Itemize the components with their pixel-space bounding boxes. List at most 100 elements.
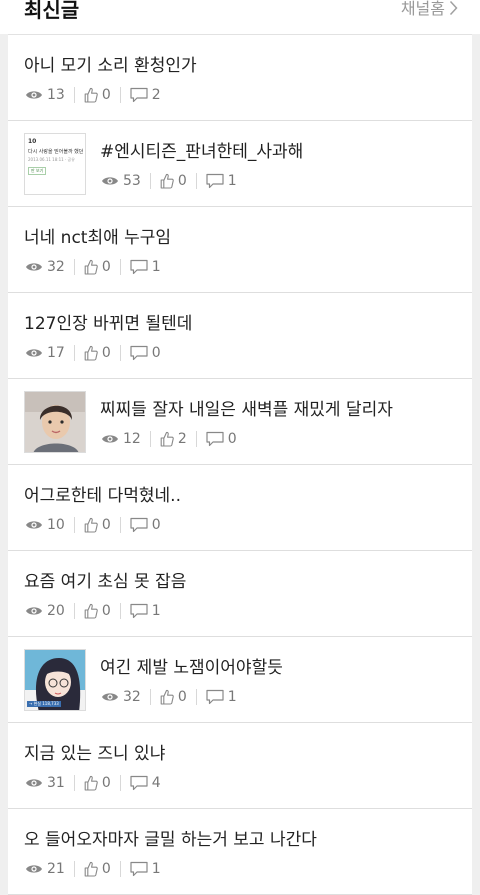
meta-divider bbox=[73, 517, 75, 533]
like-count: 0 bbox=[84, 517, 111, 533]
comment-count: 4 bbox=[130, 775, 161, 791]
post-item[interactable]: 10 다시 사랑을 믿어볼까 했던 2013.06.11 18:11 · 공유판 보… bbox=[8, 121, 472, 207]
thumb-illustration-caption: → 현실 118,733 bbox=[27, 701, 61, 707]
thumbs-up-icon bbox=[84, 87, 102, 103]
comment-count: 1 bbox=[206, 689, 237, 705]
post-item[interactable]: 127인장 바뀌면 될텐데 17 0 0 bbox=[8, 293, 472, 379]
post-item[interactable]: 지금 있는 즈니 있냐 31 0 4 bbox=[8, 723, 472, 809]
meta-divider bbox=[149, 173, 151, 189]
eye-icon bbox=[25, 89, 47, 101]
comment-count-value: 0 bbox=[227, 431, 237, 447]
post-title[interactable]: 127인장 바뀌면 될텐데 bbox=[24, 309, 192, 334]
eye-icon bbox=[25, 605, 47, 617]
thumb-doc-line1: 10 bbox=[28, 138, 37, 145]
post-item[interactable]: 아니 모기 소리 환청인가 13 0 2 bbox=[8, 34, 472, 121]
view-count: 21 bbox=[25, 861, 65, 877]
post-item[interactable]: 오 들어오자마자 글밀 하는거 보고 나간다 21 0 1 bbox=[8, 809, 472, 895]
meta-divider bbox=[73, 259, 75, 275]
like-count-value: 0 bbox=[101, 345, 111, 361]
comment-count-value: 2 bbox=[151, 87, 161, 103]
like-count: 0 bbox=[84, 259, 111, 275]
comment-count-value: 1 bbox=[227, 173, 237, 189]
channel-home-link[interactable]: 채널홈 bbox=[401, 0, 458, 20]
comment-icon bbox=[130, 775, 152, 791]
thumb-doc-line2: 다시 사랑을 믿어볼까 했던 bbox=[28, 149, 84, 155]
like-count-value: 0 bbox=[177, 689, 187, 705]
post-title[interactable]: 오 들어오자마자 글밀 하는거 보고 나간다 bbox=[24, 825, 317, 850]
view-count: 12 bbox=[101, 431, 141, 447]
view-count: 10 bbox=[25, 517, 65, 533]
comment-count: 1 bbox=[130, 259, 161, 275]
post-title[interactable]: 찌찌들 잘자 내일은 새벽플 재밌게 달리자 bbox=[100, 395, 393, 420]
eye-icon bbox=[25, 863, 47, 875]
post-meta: 21 0 1 bbox=[25, 861, 161, 877]
thumb-doc-tag: 판 보기 bbox=[28, 167, 47, 175]
post-item[interactable]: 너네 nct최애 누구임 32 0 1 bbox=[8, 207, 472, 293]
meta-divider bbox=[119, 861, 121, 877]
post-title[interactable]: 아니 모기 소리 환청인가 bbox=[24, 51, 197, 76]
post-meta: 13 0 2 bbox=[25, 87, 161, 103]
like-count: 0 bbox=[160, 689, 187, 705]
like-count: 2 bbox=[160, 431, 187, 447]
post-item[interactable]: 어그로한테 다먹혔네.. 10 0 0 bbox=[8, 465, 472, 551]
comment-count: 1 bbox=[206, 173, 237, 189]
comment-count-value: 0 bbox=[151, 345, 161, 361]
post-thumbnail[interactable] bbox=[24, 391, 86, 453]
eye-icon bbox=[25, 261, 47, 273]
meta-divider bbox=[73, 345, 75, 361]
meta-divider bbox=[119, 87, 121, 103]
meta-divider bbox=[195, 431, 197, 447]
thumb-doc-line3: 2013.06.11 18:11 · 공유 bbox=[28, 157, 75, 162]
meta-divider bbox=[73, 775, 75, 791]
post-meta: 32 0 1 bbox=[25, 259, 161, 275]
thumbs-up-icon bbox=[84, 775, 102, 791]
comment-icon bbox=[130, 517, 152, 533]
post-meta: 53 0 1 bbox=[101, 173, 237, 189]
meta-divider bbox=[73, 87, 75, 103]
view-count-value: 17 bbox=[47, 345, 65, 361]
post-title[interactable]: 어그로한테 다먹혔네.. bbox=[24, 481, 181, 506]
view-count-value: 21 bbox=[47, 861, 65, 877]
meta-divider bbox=[195, 689, 197, 705]
meta-divider bbox=[119, 259, 121, 275]
meta-divider bbox=[119, 603, 121, 619]
thumbs-up-icon bbox=[84, 259, 102, 275]
post-title[interactable]: #엔시티즌_판녀한테_사과해 bbox=[100, 137, 303, 162]
post-title[interactable]: 너네 nct최애 누구임 bbox=[24, 223, 171, 248]
view-count-value: 20 bbox=[47, 603, 65, 619]
section-title: 최신글 bbox=[24, 0, 80, 22]
post-meta: 10 0 0 bbox=[25, 517, 161, 533]
thumbs-up-icon bbox=[160, 173, 178, 189]
thumbs-up-icon bbox=[84, 603, 102, 619]
meta-divider bbox=[149, 431, 151, 447]
comment-icon bbox=[130, 345, 152, 361]
meta-divider bbox=[149, 689, 151, 705]
meta-divider bbox=[119, 345, 121, 361]
view-count: 17 bbox=[25, 345, 65, 361]
post-title[interactable]: 여긴 제발 노잼이어야할듯 bbox=[100, 653, 283, 678]
post-title[interactable]: 요즘 여기 초심 못 잡음 bbox=[24, 567, 186, 592]
eye-icon bbox=[25, 347, 47, 359]
like-count-value: 0 bbox=[101, 259, 111, 275]
comment-count-value: 1 bbox=[151, 259, 161, 275]
view-count-value: 10 bbox=[47, 517, 65, 533]
view-count-value: 32 bbox=[123, 689, 141, 705]
comment-count-value: 1 bbox=[151, 603, 161, 619]
post-item[interactable]: 요즘 여기 초심 못 잡음 20 0 1 bbox=[8, 551, 472, 637]
comment-count: 1 bbox=[130, 861, 161, 877]
view-count: 20 bbox=[25, 603, 65, 619]
view-count-value: 13 bbox=[47, 87, 65, 103]
post-thumbnail[interactable]: → 현실 118,733 bbox=[24, 649, 86, 711]
post-thumbnail[interactable]: 10 다시 사랑을 믿어볼까 했던 2013.06.11 18:11 · 공유판 보… bbox=[24, 133, 86, 195]
like-count-value: 0 bbox=[101, 517, 111, 533]
thumbs-up-icon bbox=[84, 517, 102, 533]
post-title[interactable]: 지금 있는 즈니 있냐 bbox=[24, 739, 165, 764]
meta-divider bbox=[195, 173, 197, 189]
post-item[interactable]: → 현실 118,733 여긴 제발 노잼이어야할듯 32 0 1 bbox=[8, 637, 472, 723]
comment-icon bbox=[130, 861, 152, 877]
post-item[interactable]: 찌찌들 잘자 내일은 새벽플 재밌게 달리자 12 2 0 bbox=[8, 379, 472, 465]
comment-icon bbox=[206, 173, 228, 189]
post-meta: 12 2 0 bbox=[101, 431, 237, 447]
chevron-right-icon bbox=[449, 0, 458, 20]
channel-home-label: 채널홈 bbox=[400, 0, 445, 18]
